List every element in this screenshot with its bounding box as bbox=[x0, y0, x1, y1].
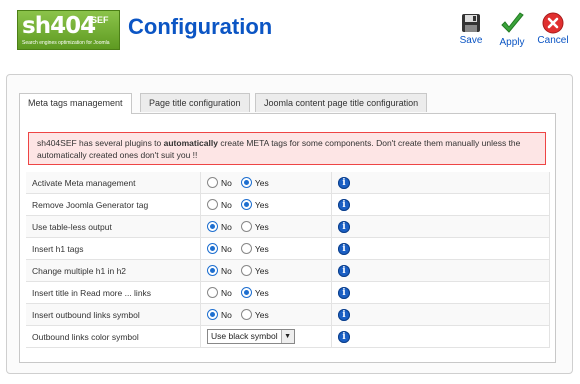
setting-label: Change multiple h1 in h2 bbox=[26, 259, 201, 282]
radio-yes[interactable] bbox=[240, 177, 252, 189]
radio-yes-label: Yes bbox=[254, 221, 269, 232]
info-icon[interactable]: i bbox=[338, 308, 350, 321]
setting-help: i bbox=[331, 303, 550, 326]
radio-yes-label: Yes bbox=[254, 199, 269, 210]
floppy-disk-icon bbox=[462, 14, 480, 32]
info-icon[interactable]: i bbox=[338, 176, 350, 189]
table-row: Insert outbound links symbol No Yes i bbox=[26, 303, 550, 326]
checkmark-icon bbox=[501, 12, 524, 33]
radio-no[interactable] bbox=[207, 265, 218, 277]
select-value: Use black symbol bbox=[211, 331, 278, 341]
info-icon[interactable]: i bbox=[338, 264, 350, 277]
setting-label: Use table-less output bbox=[26, 215, 201, 238]
save-label: Save bbox=[459, 35, 483, 46]
setting-help: i bbox=[331, 259, 550, 282]
radio-no[interactable] bbox=[207, 243, 218, 255]
table-row: Remove Joomla Generator tag No Yes i bbox=[26, 193, 550, 216]
info-icon[interactable]: i bbox=[338, 198, 350, 211]
setting-help: i bbox=[331, 237, 550, 260]
setting-control: Use black symbol ▼ bbox=[200, 325, 332, 348]
table-row: Change multiple h1 in h2 No Yes i bbox=[26, 259, 550, 282]
table-row: Outbound links color symbol Use black sym… bbox=[26, 325, 550, 348]
radio-yes[interactable] bbox=[240, 265, 252, 277]
radio-no[interactable] bbox=[207, 309, 218, 321]
logo-sup-text: SEF bbox=[91, 15, 109, 25]
info-icon[interactable]: i bbox=[338, 330, 350, 343]
page-title: Configuration bbox=[128, 14, 273, 39]
radio-no-label: No bbox=[221, 309, 232, 320]
setting-control: No Yes bbox=[200, 281, 332, 304]
radio-yes-label: Yes bbox=[254, 287, 269, 298]
radio-yes-label: Yes bbox=[254, 309, 269, 320]
logo-tagline: Search engines optimization for Joomla bbox=[22, 40, 110, 46]
color-symbol-select[interactable]: Use black symbol ▼ bbox=[207, 329, 295, 344]
setting-control: No Yes bbox=[200, 237, 332, 260]
table-row: Insert title in Read more ... links No Yes… bbox=[26, 281, 550, 304]
radio-yes-label: Yes bbox=[254, 243, 269, 254]
setting-control: No Yes bbox=[200, 193, 332, 216]
setting-control: No Yes bbox=[200, 303, 332, 326]
setting-label: Insert title in Read more ... links bbox=[26, 281, 201, 304]
radio-no-label: No bbox=[221, 177, 232, 188]
apply-label: Apply bbox=[499, 37, 525, 48]
sh404sef-logo: sh404 SEF Search engines optimization fo… bbox=[17, 10, 120, 50]
configuration-panel: Meta tags management Page title configur… bbox=[6, 74, 573, 374]
radio-no[interactable] bbox=[207, 199, 218, 211]
setting-help: i bbox=[331, 281, 550, 304]
save-button[interactable]: Save bbox=[451, 12, 491, 52]
setting-label: Insert h1 tags bbox=[26, 237, 201, 260]
tab-page-title[interactable]: Page title configuration bbox=[140, 93, 250, 112]
setting-help: i bbox=[331, 193, 550, 216]
radio-no[interactable] bbox=[207, 287, 218, 299]
radio-no-label: No bbox=[221, 221, 232, 232]
cancel-button[interactable]: Cancel bbox=[533, 12, 573, 52]
setting-help: i bbox=[331, 325, 550, 348]
apply-button[interactable]: Apply bbox=[492, 12, 532, 52]
info-icon[interactable]: i bbox=[338, 220, 350, 233]
notice-text-bold: automatically bbox=[163, 138, 218, 148]
tab-content: sh404SEF has several plugins to automati… bbox=[19, 113, 556, 363]
notice-box: sh404SEF has several plugins to automati… bbox=[28, 132, 546, 165]
radio-no-label: No bbox=[221, 287, 232, 298]
radio-yes-label: Yes bbox=[254, 177, 269, 188]
radio-no-label: No bbox=[221, 265, 232, 276]
settings-table: Activate Meta management No Yes i Remove Joo… bbox=[26, 172, 550, 348]
radio-yes[interactable] bbox=[240, 309, 252, 321]
radio-yes-label: Yes bbox=[254, 265, 269, 276]
radio-no-label: No bbox=[221, 199, 232, 210]
logo-main-text: sh404 bbox=[22, 13, 96, 39]
radio-yes[interactable] bbox=[240, 243, 252, 255]
radio-yes[interactable] bbox=[240, 199, 252, 211]
setting-label: Outbound links color symbol bbox=[26, 325, 201, 348]
setting-label: Activate Meta management bbox=[26, 172, 201, 194]
radio-no-label: No bbox=[221, 243, 232, 254]
setting-label: Remove Joomla Generator tag bbox=[26, 193, 201, 216]
notice-text-before: sh404SEF has several plugins to bbox=[37, 138, 164, 148]
chevron-down-icon: ▼ bbox=[280, 330, 294, 343]
tab-meta-tags[interactable]: Meta tags management bbox=[19, 93, 132, 114]
radio-no[interactable] bbox=[207, 177, 218, 189]
cancel-label: Cancel bbox=[537, 35, 569, 46]
table-row: Activate Meta management No Yes i bbox=[26, 172, 550, 194]
info-icon[interactable]: i bbox=[338, 242, 350, 255]
setting-help: i bbox=[331, 215, 550, 238]
info-icon[interactable]: i bbox=[338, 286, 350, 299]
table-row: Insert h1 tags No Yes i bbox=[26, 237, 550, 260]
tab-joomla-content-title[interactable]: Joomla content page title configuration bbox=[255, 93, 428, 112]
cancel-icon bbox=[542, 12, 564, 34]
setting-label: Insert outbound links symbol bbox=[26, 303, 201, 326]
radio-no[interactable] bbox=[207, 221, 218, 233]
setting-help: i bbox=[331, 172, 550, 194]
setting-control: No Yes bbox=[200, 259, 332, 282]
setting-control: No Yes bbox=[200, 172, 332, 194]
radio-yes[interactable] bbox=[240, 221, 252, 233]
page-header: sh404 SEF Search engines optimization fo… bbox=[0, 0, 580, 62]
setting-control: No Yes bbox=[200, 215, 332, 238]
radio-yes[interactable] bbox=[240, 287, 252, 299]
table-row: Use table-less output No Yes i bbox=[26, 215, 550, 238]
